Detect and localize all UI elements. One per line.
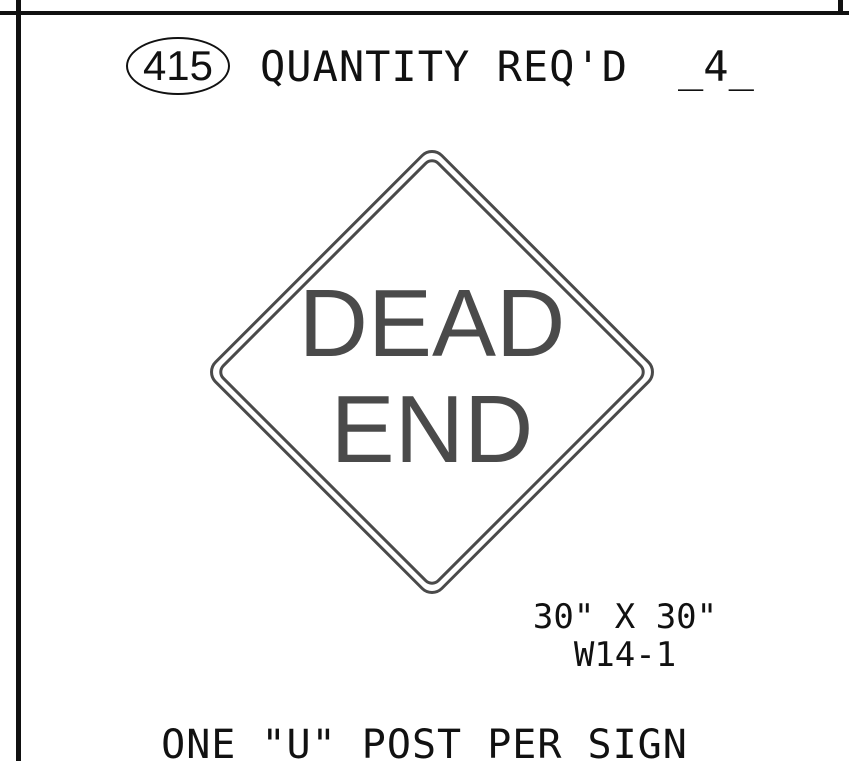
sign-number-ellipse: 415 — [126, 37, 230, 95]
sign-legend-line1: DEAD — [299, 270, 566, 377]
quantity-value: _4_ — [678, 41, 754, 91]
sign-number: 415 — [142, 42, 214, 89]
quantity-label: QUANTITY REQ'D — [260, 41, 629, 91]
sign-legend-line2: END — [331, 376, 534, 483]
sign-code: W14-1 — [573, 635, 677, 675]
post-note: ONE "U" POST PER SIGN — [161, 722, 688, 768]
sign-size: 30" X 30" — [532, 597, 718, 637]
left-border-rule — [16, 0, 21, 761]
sign-dimensions: 30" X 30" W14-1 — [520, 598, 730, 674]
dead-end-sign: DEAD END — [210, 150, 654, 594]
sign-header: 415 QUANTITY REQ'D _4_ — [126, 34, 754, 98]
top-border-rule — [0, 11, 849, 15]
right-border-stub — [838, 0, 843, 13]
